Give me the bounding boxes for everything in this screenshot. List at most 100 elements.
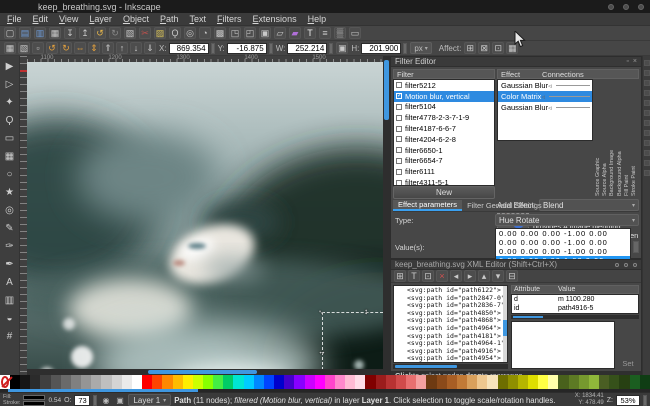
snap-smooth-nodes-icon[interactable] — [643, 140, 650, 146]
palette-swatch[interactable] — [406, 375, 417, 389]
palette-swatch[interactable] — [588, 375, 600, 389]
opacity-spinner[interactable] — [93, 394, 98, 406]
palette-swatch[interactable] — [395, 375, 407, 389]
connections-header[interactable]: Connections — [542, 70, 584, 79]
palette-swatch[interactable] — [202, 375, 214, 389]
x-input[interactable]: 869.354 — [168, 42, 209, 54]
palette-swatch[interactable] — [517, 375, 528, 389]
connection-input-label[interactable]: Background Alpha — [617, 80, 623, 196]
move-node-up-icon[interactable]: ▴ — [478, 270, 490, 282]
palette-swatch[interactable] — [599, 375, 610, 389]
filter-checkbox[interactable] — [396, 125, 402, 132]
text-tool[interactable]: A — [2, 274, 18, 290]
spiral-tool[interactable]: ◎ — [2, 202, 18, 218]
close-icon[interactable] — [633, 262, 637, 267]
palette-swatch[interactable] — [314, 375, 325, 389]
palette-swatch[interactable] — [182, 375, 193, 389]
fill-stroke-icon[interactable]: ▰ — [289, 27, 301, 39]
attribute-row[interactable]: d m 1100.280 — [512, 295, 638, 304]
y-input[interactable]: -16.875 — [226, 42, 267, 54]
connection-input-label[interactable]: Background Image — [609, 80, 615, 196]
scrollbar-handle[interactable] — [384, 60, 389, 120]
zoom-tool[interactable]: Ϙ — [2, 112, 18, 128]
stroke-swatch[interactable] — [23, 400, 46, 406]
minimize-icon[interactable] — [608, 3, 614, 10]
xml-node-row[interactable]: <svg:path id="path4181"> — [394, 332, 507, 340]
align-dialog-icon[interactable]: ▒ — [334, 27, 346, 39]
select-all-layers-icon[interactable]: ▧ — [18, 42, 30, 54]
scale-handle-left[interactable]: ↔ — [318, 347, 326, 356]
palette-swatch[interactable] — [639, 375, 650, 389]
effect-list-item[interactable]: Color Matrix ◃ — [498, 91, 592, 102]
vertical-ruler[interactable] — [20, 56, 27, 375]
duplicate-icon[interactable]: ▩ — [214, 27, 226, 39]
palette-swatch[interactable] — [345, 375, 356, 389]
lower-to-bottom-icon[interactable]: ⇓ — [144, 42, 156, 54]
minimize-icon[interactable] — [615, 262, 619, 267]
scrollbar-handle[interactable] — [503, 320, 507, 337]
filter-list-item[interactable]: filter6654-7 — [394, 156, 494, 167]
snap-nodes-icon[interactable] — [643, 100, 650, 106]
text-dialog-icon[interactable]: T — [304, 27, 316, 39]
close-panel-icon[interactable]: × — [633, 58, 637, 65]
raise-icon[interactable]: ↑ — [116, 42, 128, 54]
affect-move-icon[interactable]: ⊞ — [464, 42, 477, 54]
filter-list-item[interactable]: filter5212 — [394, 80, 494, 91]
xml-node-row[interactable]: <svg:path id="path4850"> — [394, 309, 507, 317]
menu-item[interactable]: Layer — [89, 14, 112, 24]
connection-triangle-icon[interactable]: ◃ — [548, 104, 552, 112]
print-icon[interactable]: ▦ — [49, 27, 61, 39]
palette-swatch[interactable] — [40, 375, 51, 389]
palette-swatch[interactable] — [436, 375, 447, 389]
attribute-scrollbar[interactable] — [511, 315, 639, 319]
no-color-swatch[interactable] — [0, 375, 10, 389]
zoom-page-icon[interactable]: ◔ — [199, 27, 211, 39]
attribute-row[interactable]: id path4916-5 — [512, 304, 638, 313]
new-element-node-icon[interactable]: ⊞ — [394, 270, 406, 282]
palette-swatch[interactable] — [467, 375, 478, 389]
filter-list-item[interactable]: filter4311-5-1 — [394, 177, 494, 185]
palette-swatch[interactable] — [446, 375, 457, 389]
cut-icon[interactable]: ✂ — [139, 27, 151, 39]
maximize-icon[interactable] — [624, 262, 628, 267]
box-3d-tool[interactable]: ▦ — [2, 148, 18, 164]
palette-swatch[interactable] — [172, 375, 183, 389]
rotate-ccw-icon[interactable]: ↺ — [46, 42, 58, 54]
lower-icon[interactable]: ↓ — [130, 42, 142, 54]
xml-node-row[interactable]: <svg:path id="path2847-0"> — [394, 294, 507, 302]
copy-icon[interactable]: ▧ — [124, 27, 136, 39]
palette-swatch[interactable] — [335, 375, 346, 389]
effect-list-item[interactable]: Gaussian Blur ◃ — [498, 80, 592, 91]
palette-swatch[interactable] — [274, 375, 285, 389]
new-document-icon[interactable]: ▢ — [4, 27, 16, 39]
unit-dropdown[interactable]: px ▾ — [410, 42, 432, 54]
import-icon[interactable]: ↧ — [64, 27, 76, 39]
filter-checkbox[interactable] — [396, 103, 402, 110]
xml-node-row[interactable]: <svg:path id="path4868"> — [394, 316, 507, 324]
filter-checkbox[interactable] — [396, 82, 402, 89]
palette-swatch[interactable] — [213, 375, 224, 389]
palette-swatch[interactable] — [60, 375, 71, 389]
palette-swatch[interactable] — [192, 375, 203, 389]
filter-checkbox[interactable] — [396, 136, 402, 143]
palette-swatch[interactable] — [162, 375, 173, 389]
affect-rotate-icon[interactable]: ⊡ — [492, 42, 505, 54]
xml-node-row[interactable]: <svg:path id="path2836-7"> — [394, 301, 507, 309]
xml-node-row[interactable]: <svg:path id="path4964-1"> — [394, 339, 507, 347]
raise-to-top-icon[interactable]: ⇑ — [102, 42, 114, 54]
palette-swatch[interactable] — [629, 375, 640, 389]
fill-swatch[interactable] — [23, 394, 46, 400]
layer-dropdown[interactable]: Layer 1 ▾ — [128, 394, 172, 406]
palette-swatch[interactable] — [487, 375, 498, 389]
tweak-tool[interactable]: ✦ — [2, 94, 18, 110]
duplicate-node-icon[interactable]: ⊡ — [422, 270, 434, 282]
flip-vertical-icon[interactable]: ⇕ — [88, 42, 100, 54]
set-attribute-button[interactable]: Set — [617, 358, 639, 369]
new-text-node-icon[interactable]: T — [408, 270, 420, 282]
xml-editor-icon[interactable]: ≡ — [319, 27, 331, 39]
palette-swatch[interactable] — [426, 375, 437, 389]
w-spinner[interactable] — [329, 42, 334, 54]
group-icon[interactable]: ▣ — [259, 27, 271, 39]
palette-swatch[interactable] — [375, 375, 386, 389]
unlink-clone-icon[interactable]: ◰ — [244, 27, 256, 39]
